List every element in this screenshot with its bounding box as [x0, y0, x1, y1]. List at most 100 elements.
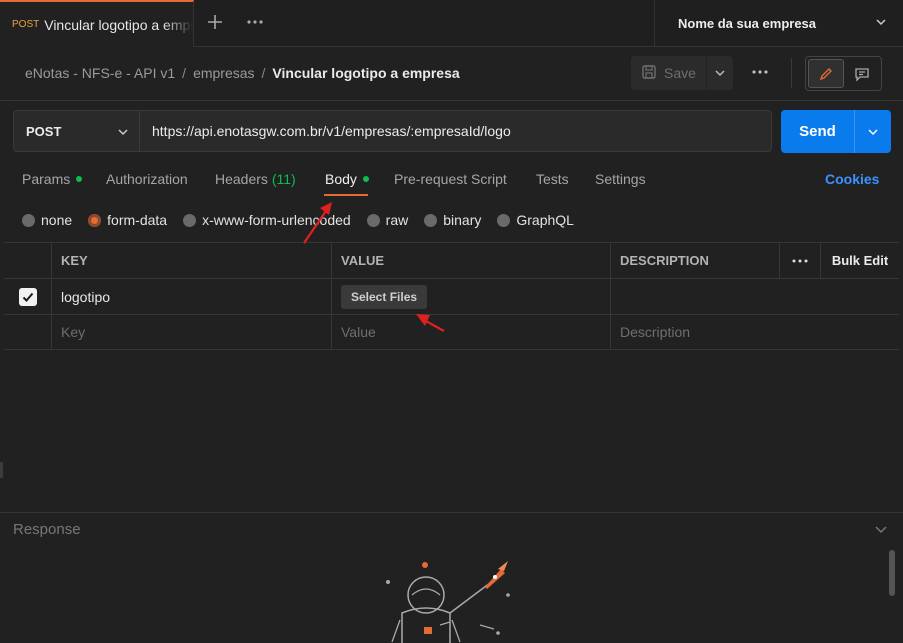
tab-method-label: POST [12, 19, 40, 30]
more-horizontal-icon [752, 70, 768, 74]
radio-button [366, 213, 380, 227]
params-indicator-dot [76, 176, 83, 183]
tab-bar: POST Vincular logotipo a empresa Nome da… [0, 0, 903, 47]
tab-body[interactable]: Body [325, 171, 369, 189]
body-type-form-data[interactable]: form-data [88, 212, 167, 228]
header-check-cell [4, 243, 52, 278]
bulk-edit-label: Bulk Edit [831, 253, 889, 268]
header-divider [0, 100, 903, 101]
body-type-label: raw [385, 212, 409, 228]
method-select[interactable]: POST [14, 111, 140, 151]
row-description[interactable] [611, 279, 899, 314]
chevron-down-icon [868, 128, 878, 135]
chevron-down-icon [117, 126, 129, 141]
cookies-link[interactable]: Cookies [825, 171, 879, 187]
send-dropdown-button[interactable] [854, 110, 891, 153]
row-value-cell: Select Files [332, 279, 611, 314]
body-type-none[interactable]: none [22, 212, 72, 228]
view-mode-toggle [805, 56, 882, 91]
body-type-graphql[interactable]: GraphQL [497, 212, 574, 228]
body-type-urlencoded[interactable]: x-www-form-urlencoded [183, 212, 351, 228]
tab-headers-label: Headers [215, 171, 268, 187]
method-label: POST [26, 123, 62, 139]
table-row-new: Key Value Description [4, 314, 899, 350]
tab-params-label: Params [22, 171, 71, 187]
row-check-cell [4, 315, 52, 349]
select-files-button[interactable]: Select Files [341, 284, 428, 309]
environment-label: Nome da sua empresa [678, 16, 817, 31]
send-button[interactable]: Send [781, 110, 854, 153]
body-type-options: none form-data x-www-form-urlencoded raw… [22, 211, 590, 229]
tab-headers[interactable]: Headers (11) [215, 171, 296, 189]
save-dropdown-button[interactable] [707, 56, 733, 90]
active-tab-underline [324, 194, 368, 196]
bulk-edit-button[interactable]: Bulk Edit [821, 243, 899, 278]
breadcrumb-current[interactable]: Vincular logotipo a empresa [272, 65, 459, 81]
row-key[interactable]: logotipo [52, 279, 332, 314]
new-description-input[interactable]: Description [611, 315, 899, 349]
row-check-cell [4, 279, 52, 314]
send-group: Send [781, 110, 891, 153]
headers-count: (11) [271, 171, 296, 187]
new-value-input[interactable]: Value [332, 315, 611, 349]
radio-button-selected [88, 213, 102, 227]
breadcrumb-separator: / [182, 65, 187, 81]
breadcrumb-separator: / [261, 65, 266, 81]
save-label: Save [664, 65, 696, 81]
breadcrumb-folder[interactable]: empresas [193, 65, 254, 81]
body-type-label: none [41, 212, 73, 228]
body-type-label: binary [443, 212, 482, 228]
form-data-table: KEY VALUE DESCRIPTION Bulk Edit logotipo… [4, 242, 899, 350]
edit-mode-button[interactable] [808, 59, 844, 88]
row-enabled-checkbox[interactable] [18, 287, 37, 306]
url-input[interactable] [140, 111, 771, 151]
radio-button [424, 213, 438, 227]
body-type-label: form-data [107, 212, 168, 228]
header-value: VALUE [332, 243, 611, 278]
more-options-button[interactable] [748, 64, 772, 82]
checkmark-icon [22, 292, 33, 302]
save-button[interactable]: Save [631, 56, 706, 90]
response-title: Response [13, 521, 81, 538]
toolbar-divider [791, 58, 792, 88]
comments-mode-button[interactable] [846, 59, 880, 88]
breadcrumb-collection[interactable]: eNotas - NFS-e - API v1 [25, 65, 175, 81]
body-type-label: GraphQL [516, 212, 574, 228]
pane-resize-handle[interactable] [0, 462, 3, 478]
environment-selector[interactable]: Nome da sua empresa [654, 0, 903, 47]
body-indicator-dot [362, 176, 369, 183]
pencil-icon [819, 67, 832, 80]
header-description: DESCRIPTION [611, 243, 780, 278]
body-type-raw[interactable]: raw [366, 212, 409, 228]
tab-settings[interactable]: Settings [595, 171, 646, 189]
tab-authorization[interactable]: Authorization [106, 171, 188, 189]
chevron-down-icon [875, 16, 887, 31]
new-key-input[interactable]: Key [52, 315, 332, 349]
column-options-button[interactable] [780, 243, 821, 278]
tab-prerequest-script[interactable]: Pre-request Script [394, 171, 507, 189]
more-horizontal-icon [792, 259, 808, 262]
tab-title-fade [163, 2, 193, 47]
request-tab-active[interactable]: POST Vincular logotipo a empresa [0, 0, 194, 47]
chevron-down-icon[interactable] [874, 522, 888, 539]
response-scrollbar[interactable] [889, 550, 895, 596]
table-header-row: KEY VALUE DESCRIPTION Bulk Edit [4, 242, 899, 278]
chevron-down-icon [715, 70, 725, 77]
comment-icon [855, 67, 869, 82]
plus-icon[interactable] [205, 12, 225, 34]
body-type-binary[interactable]: binary [424, 212, 481, 228]
save-group: Save [631, 56, 733, 90]
tab-tests[interactable]: Tests [536, 171, 569, 189]
tab-body-label: Body [325, 171, 357, 187]
tab-params[interactable]: Params [22, 171, 83, 189]
breadcrumb: eNotas - NFS-e - API v1 / empresas / Vincula… [25, 65, 460, 83]
header-key: KEY [52, 243, 332, 278]
body-type-label: x-www-form-urlencoded [202, 212, 351, 228]
radio-button [497, 213, 511, 227]
radio-button [183, 213, 197, 227]
radio-button [22, 213, 35, 227]
table-row: logotipo Select Files [4, 278, 899, 314]
response-divider[interactable] [0, 512, 903, 513]
more-horizontal-icon[interactable] [244, 14, 266, 32]
request-url-bar: POST [13, 110, 772, 152]
